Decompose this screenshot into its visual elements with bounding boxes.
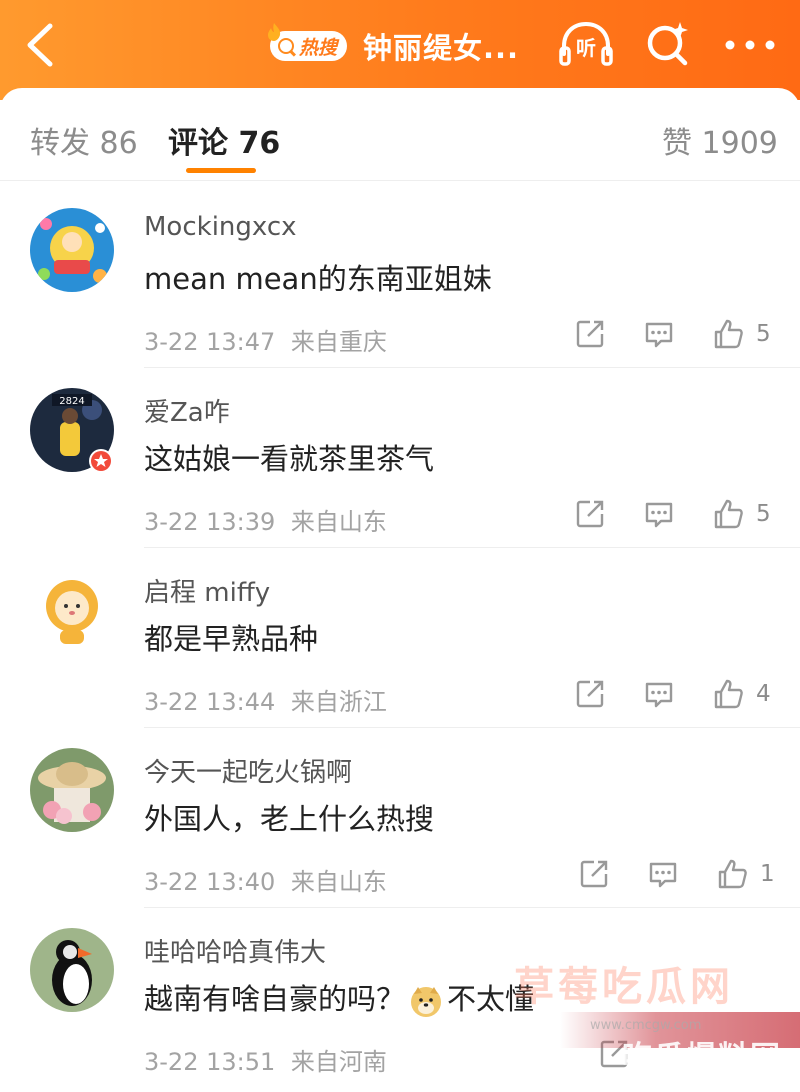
comment-meta: 3-22 13:39 来自山东 [144, 502, 387, 537]
like-count: 5 [756, 321, 771, 347]
comment-author[interactable]: 今天一起吃火锅啊 [144, 752, 352, 789]
comment-time: 3-22 13:40 [144, 868, 276, 896]
comment-location: 来自山东 [290, 868, 387, 896]
comment-time: 3-22 13:44 [144, 688, 276, 716]
share-icon[interactable] [574, 678, 606, 710]
avatar[interactable] [30, 208, 114, 292]
svg-text:2824: 2824 [59, 396, 84, 407]
like-count: 4 [756, 681, 771, 707]
like-icon[interactable] [712, 498, 744, 530]
avatar[interactable] [30, 748, 114, 832]
comment-location: 来自河南 [290, 1048, 387, 1076]
like-count: 1 [760, 861, 775, 887]
active-tab-indicator [186, 168, 256, 173]
comment-location: 来自浙江 [290, 688, 387, 716]
like-icon[interactable] [712, 678, 744, 710]
header-title-group[interactable]: 热搜 钟丽缇女... [268, 23, 520, 66]
comment-text: 越南有啥自豪的吗？ 不太懂 [144, 976, 534, 1018]
more-options-icon[interactable] [724, 40, 776, 50]
avatar[interactable] [30, 928, 114, 1012]
comment-text: 都是早熟品种 [144, 622, 319, 656]
comment-item: 启程 miffy 都是早熟品种 3-22 13:44 来自浙江 4 [0, 548, 800, 728]
tab-comments[interactable]: 评论 76 [168, 118, 280, 162]
divider [0, 180, 800, 181]
tab-bar: 转发 86 评论 76 赞 1909 [0, 88, 800, 178]
hot-search-badge[interactable]: 热搜 [268, 23, 348, 61]
like-icon[interactable] [712, 318, 744, 350]
comment-meta: 3-22 13:51 来自河南 [144, 1042, 387, 1077]
listen-button[interactable]: 听 [556, 18, 616, 70]
top-bar: 热搜 钟丽缇女... 听 [0, 0, 800, 100]
watermark-url: www.cmcgw.com [590, 1018, 702, 1033]
tab-reposts[interactable]: 转发 86 [30, 118, 138, 162]
listen-label: 听 [576, 36, 596, 60]
comment-item: Mockingxcx mean mean的东南亚姐妹 3-22 13:47 来自… [0, 188, 800, 368]
share-icon[interactable] [574, 498, 606, 530]
reply-icon[interactable] [643, 498, 675, 530]
comment-time: 3-22 13:51 [144, 1048, 276, 1076]
comment-author[interactable]: 启程 miffy [144, 572, 270, 609]
comment-author[interactable]: 爱Za咋 [144, 392, 230, 429]
reply-icon[interactable] [647, 858, 679, 890]
hot-search-label: 热搜 [299, 36, 338, 59]
comment-text: 这姑娘一看就茶里茶气 [144, 442, 435, 476]
comment-item: 今天一起吃火锅啊 外国人，老上什么热搜 3-22 13:40 来自山东 1 [0, 728, 800, 908]
comments-panel: 转发 86 评论 76 赞 1909 Mockingxcx mean mean的… [0, 88, 800, 1092]
comment-text: mean mean的东南亚姐妹 [144, 262, 492, 296]
verified-badge-icon [89, 449, 113, 473]
comment-meta: 3-22 13:40 来自山东 [144, 862, 387, 897]
like-count: 5 [756, 501, 771, 527]
comment-author[interactable]: Mockingxcx [144, 212, 297, 242]
reply-icon[interactable] [643, 678, 675, 710]
share-icon[interactable] [578, 858, 610, 890]
comment-meta: 3-22 13:47 来自重庆 [144, 322, 387, 357]
comment-time: 3-22 13:47 [144, 328, 276, 356]
search-icon[interactable] [644, 20, 692, 68]
tab-likes[interactable]: 赞 1909 [662, 118, 778, 162]
watermark-banner-text: 吃瓜爆料网 [622, 1040, 782, 1075]
reply-icon[interactable] [643, 318, 675, 350]
search-mini-icon [278, 38, 294, 54]
comment-item: 2824 爱Za咋 这姑娘一看就茶里茶气 3-22 13:39 来自山东 5 [0, 368, 800, 548]
comment-location: 来自重庆 [290, 328, 387, 356]
comment-text: 外国人，老上什么热搜 [144, 802, 435, 836]
comment-meta: 3-22 13:44 来自浙江 [144, 682, 387, 717]
comment-location: 来自山东 [290, 508, 387, 536]
share-icon[interactable] [574, 318, 606, 350]
comment-time: 3-22 13:39 [144, 508, 276, 536]
avatar[interactable] [30, 568, 114, 652]
back-arrow-icon[interactable] [22, 22, 62, 68]
page-title: 钟丽缇女... [363, 31, 520, 65]
watermark-site-name: 草莓吃瓜网 [514, 964, 734, 1010]
comment-text-part: 越南有啥自豪的吗？ [144, 982, 406, 1016]
doge-emoji-icon [411, 987, 442, 1017]
comment-author[interactable]: 哇哈哈哈真伟大 [144, 932, 326, 969]
like-icon[interactable] [716, 858, 748, 890]
